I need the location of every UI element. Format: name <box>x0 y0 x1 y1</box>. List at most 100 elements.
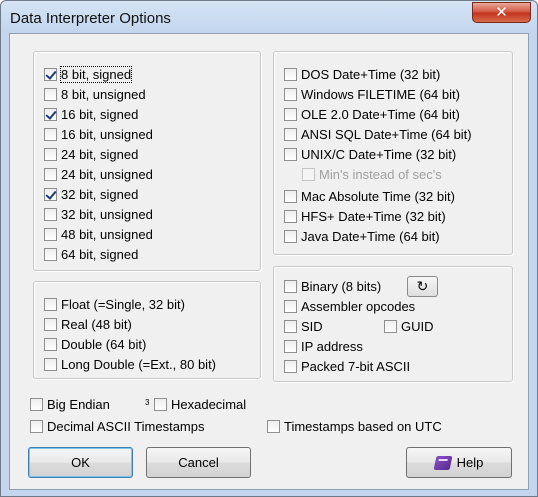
24-bit-unsigned-option[interactable]: 24 bit, unsigned <box>44 165 153 183</box>
mac-absolute-time-label: Mac Absolute Time (32 bit) <box>301 188 455 204</box>
ansi-sql-datetime-option[interactable]: ANSI SQL Date+Time (64 bit) <box>284 125 472 143</box>
assembler-opcodes-option[interactable]: Assembler opcodes <box>284 297 415 315</box>
sid-checkbox[interactable] <box>284 319 297 333</box>
title-bar[interactable]: Data Interpreter Options ✕ <box>1 1 537 35</box>
unix-datetime-option[interactable]: UNIX/C Date+Time (32 bit) <box>284 145 456 163</box>
timestamps-utc-checkbox[interactable] <box>267 419 280 433</box>
big-endian-checkbox[interactable] <box>30 397 43 411</box>
hexadecimal-checkbox[interactable] <box>154 397 167 411</box>
java-datetime-option[interactable]: Java Date+Time (64 bit) <box>284 227 440 245</box>
hexadecimal-label: Hexadecimal <box>171 396 247 412</box>
float-single-32-bit-option[interactable]: Float (=Single, 32 bit) <box>44 295 185 313</box>
sid-option[interactable]: SID <box>284 317 323 335</box>
long-double-ext-80-bit-checkbox[interactable] <box>44 357 57 371</box>
dialog-client-area: 8 bit, signed 8 bit, unsigned 16 bit, sign… <box>9 33 529 490</box>
close-icon: ✕ <box>495 4 508 21</box>
mac-absolute-time-checkbox[interactable] <box>284 189 297 203</box>
big-endian-option[interactable]: Big Endian <box>30 395 110 413</box>
assembler-opcodes-checkbox[interactable] <box>284 299 297 313</box>
double-64-bit-checkbox[interactable] <box>44 337 57 351</box>
32-bit-signed-label: 32 bit, signed <box>61 186 139 202</box>
ole-datetime-option[interactable]: OLE 2.0 Date+Time (64 bit) <box>284 105 460 123</box>
double-64-bit-label: Double (64 bit) <box>61 336 147 352</box>
decimal-ascii-timestamps-label: Decimal ASCII Timestamps <box>47 418 205 434</box>
guid-option[interactable]: GUID <box>384 317 434 335</box>
24-bit-unsigned-label: 24 bit, unsigned <box>61 166 153 182</box>
24-bit-signed-option[interactable]: 24 bit, signed <box>44 145 138 163</box>
16-bit-signed-option[interactable]: 16 bit, signed <box>44 105 138 123</box>
unix-datetime-label: UNIX/C Date+Time (32 bit) <box>301 146 457 162</box>
big-endian-label: Big Endian <box>47 396 110 412</box>
48-bit-unsigned-checkbox[interactable] <box>44 227 57 241</box>
help-button-label: Help <box>456 455 484 470</box>
hexadecimal-superscript: 3 <box>145 398 150 407</box>
binary-option[interactable]: Binary (8 bits) <box>284 277 381 295</box>
long-double-ext-80-bit-label: Long Double (=Ext., 80 bit) <box>61 356 217 372</box>
real-48-bit-option[interactable]: Real (48 bit) <box>44 315 132 333</box>
hfs-datetime-option[interactable]: HFS+ Date+Time (32 bit) <box>284 207 446 225</box>
8-bit-signed-checkbox[interactable] <box>44 67 57 81</box>
binary-checkbox[interactable] <box>284 279 297 293</box>
hexadecimal-option[interactable]: Hexadecimal <box>154 395 246 413</box>
close-button[interactable]: ✕ <box>472 2 531 23</box>
dos-datetime-checkbox[interactable] <box>284 67 297 81</box>
windows-filetime-checkbox[interactable] <box>284 87 297 101</box>
24-bit-unsigned-checkbox[interactable] <box>44 167 57 181</box>
datetime-types-group: DOS Date+Time (32 bit) Windows FILETIME … <box>273 51 513 255</box>
16-bit-signed-checkbox[interactable] <box>44 107 57 121</box>
windows-filetime-label: Windows FILETIME (64 bit) <box>301 86 460 102</box>
real-48-bit-checkbox[interactable] <box>44 317 57 331</box>
assembler-opcodes-label: Assembler opcodes <box>301 298 416 314</box>
packed-ascii-option[interactable]: Packed 7-bit ASCII <box>284 357 410 375</box>
unix-datetime-checkbox[interactable] <box>284 147 297 161</box>
double-64-bit-option[interactable]: Double (64 bit) <box>44 335 146 353</box>
timestamps-utc-option[interactable]: Timestamps based on UTC <box>267 417 442 435</box>
float-single-32-bit-label: Float (=Single, 32 bit) <box>61 296 185 312</box>
long-double-ext-80-bit-option[interactable]: Long Double (=Ext., 80 bit) <box>44 355 216 373</box>
32-bit-unsigned-option[interactable]: 32 bit, unsigned <box>44 205 153 223</box>
java-datetime-label: Java Date+Time (64 bit) <box>301 228 440 244</box>
decimal-ascii-timestamps-checkbox[interactable] <box>30 419 43 433</box>
cycle-button[interactable]: ↻ <box>407 276 438 297</box>
mins-instead-of-secs-option: Min's instead of sec's <box>302 165 442 183</box>
16-bit-unsigned-label: 16 bit, unsigned <box>61 126 153 142</box>
64-bit-signed-option[interactable]: 64 bit, signed <box>44 245 138 263</box>
64-bit-signed-checkbox[interactable] <box>44 247 57 261</box>
guid-checkbox[interactable] <box>384 319 397 333</box>
32-bit-signed-option[interactable]: 32 bit, signed <box>44 185 138 203</box>
mins-instead-of-secs-checkbox <box>302 167 315 181</box>
24-bit-signed-checkbox[interactable] <box>44 147 57 161</box>
binary-label: Binary (8 bits) <box>301 278 382 294</box>
windows-filetime-option[interactable]: Windows FILETIME (64 bit) <box>284 85 460 103</box>
timestamps-utc-label: Timestamps based on UTC <box>284 418 442 434</box>
packed-ascii-checkbox[interactable] <box>284 359 297 373</box>
decimal-ascii-timestamps-option[interactable]: Decimal ASCII Timestamps <box>30 417 205 435</box>
cancel-button[interactable]: Cancel <box>146 447 251 478</box>
48-bit-unsigned-option[interactable]: 48 bit, unsigned <box>44 225 153 243</box>
8-bit-signed-option[interactable]: 8 bit, signed <box>44 65 133 83</box>
ole-datetime-checkbox[interactable] <box>284 107 297 121</box>
help-button[interactable]: Help <box>406 447 512 478</box>
float-single-32-bit-checkbox[interactable] <box>44 297 57 311</box>
8-bit-unsigned-label: 8 bit, unsigned <box>61 86 146 102</box>
float-types-group: Float (=Single, 32 bit) Real (48 bit) Doub… <box>33 281 261 379</box>
8-bit-unsigned-option[interactable]: 8 bit, unsigned <box>44 85 146 103</box>
16-bit-unsigned-option[interactable]: 16 bit, unsigned <box>44 125 153 143</box>
64-bit-signed-label: 64 bit, signed <box>61 246 139 262</box>
ansi-sql-datetime-checkbox[interactable] <box>284 127 297 141</box>
ip-address-checkbox[interactable] <box>284 339 297 353</box>
ok-button-label: OK <box>71 455 90 470</box>
32-bit-signed-checkbox[interactable] <box>44 187 57 201</box>
ole-datetime-label: OLE 2.0 Date+Time (64 bit) <box>301 106 460 122</box>
dos-datetime-option[interactable]: DOS Date+Time (32 bit) <box>284 65 440 83</box>
help-book-icon <box>433 455 453 470</box>
16-bit-unsigned-checkbox[interactable] <box>44 127 57 141</box>
hfs-datetime-checkbox[interactable] <box>284 209 297 223</box>
java-datetime-checkbox[interactable] <box>284 229 297 243</box>
48-bit-unsigned-label: 48 bit, unsigned <box>61 226 153 242</box>
8-bit-unsigned-checkbox[interactable] <box>44 87 57 101</box>
ok-button[interactable]: OK <box>28 447 133 478</box>
32-bit-unsigned-checkbox[interactable] <box>44 207 57 221</box>
mac-absolute-time-option[interactable]: Mac Absolute Time (32 bit) <box>284 187 455 205</box>
ip-address-option[interactable]: IP address <box>284 337 363 355</box>
